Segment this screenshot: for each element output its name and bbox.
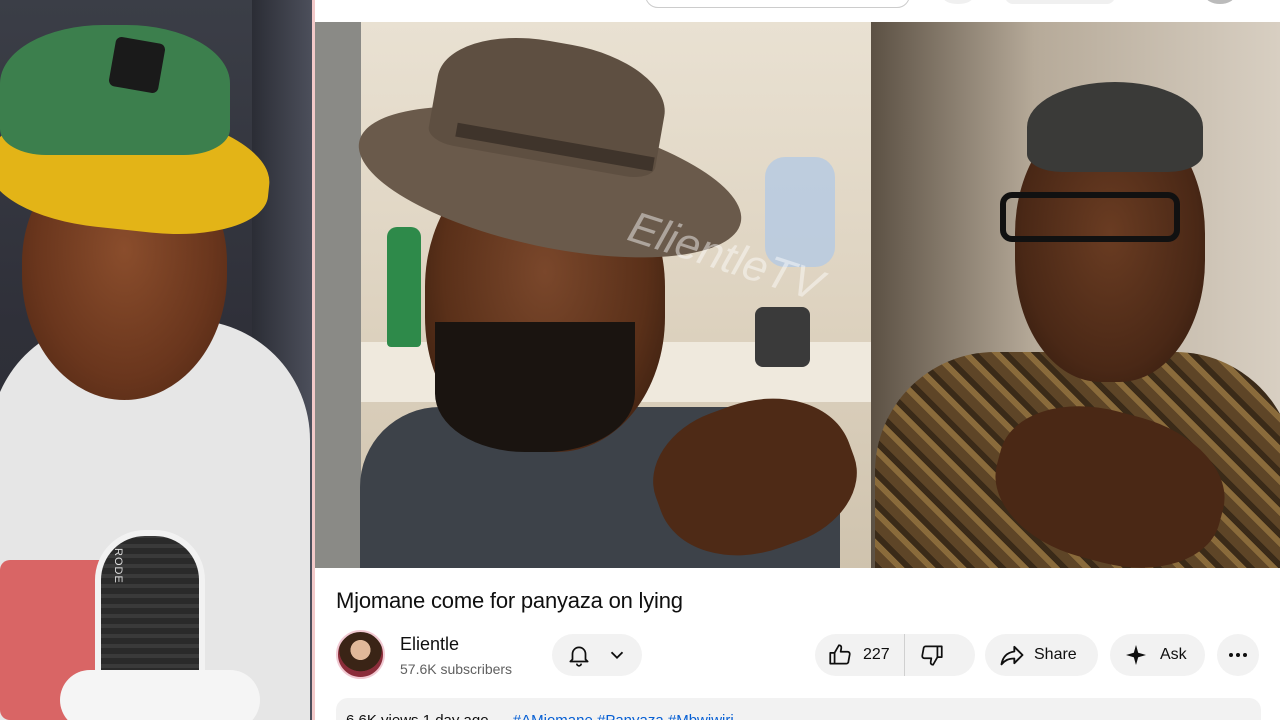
share-button[interactable]: Share xyxy=(985,634,1098,676)
more-horizontal-icon xyxy=(1226,643,1250,667)
create-button[interactable] xyxy=(1005,0,1115,4)
ask-label: Ask xyxy=(1160,646,1187,663)
video-player[interactable]: ElientleTV xyxy=(315,22,1280,568)
share-arrow-icon xyxy=(998,641,1026,669)
webcam-feed: RODE xyxy=(0,0,312,720)
description-box[interactable]: 6.6K views 1 day ago #AMjomane #Panyaza … xyxy=(336,698,1261,720)
hashtags[interactable]: #AMjomane #Panyaza #Mbwiwiri xyxy=(513,712,734,720)
mic-base xyxy=(60,670,260,720)
like-count: 227 xyxy=(863,646,890,663)
description-text: 6.6K views 1 day ago #AMjomane #Panyaza … xyxy=(346,712,734,720)
man-with-glasses-hair xyxy=(1027,82,1203,172)
video-title: Mjomane come for panyaza on lying xyxy=(336,588,683,613)
view-count-date: 6.6K views 1 day ago xyxy=(346,712,489,720)
account-avatar[interactable] xyxy=(1205,0,1235,4)
video-left-edge xyxy=(315,22,361,568)
more-actions-button[interactable] xyxy=(1217,634,1259,676)
dislike-button[interactable] xyxy=(905,634,959,676)
thumbs-down-icon xyxy=(919,642,945,668)
green-bottle xyxy=(387,227,421,347)
subscription-notification-button[interactable] xyxy=(552,634,642,676)
chevron-down-icon xyxy=(606,644,628,666)
share-label: Share xyxy=(1034,646,1077,663)
kettle xyxy=(755,307,810,367)
glasses xyxy=(1000,192,1180,242)
voice-search-icon[interactable] xyxy=(943,0,973,4)
bell-icon xyxy=(566,642,592,668)
hat-badge xyxy=(108,36,166,94)
masthead xyxy=(315,0,1280,22)
thumbs-up-icon xyxy=(827,642,853,668)
subscriber-count: 57.6K subscribers xyxy=(400,661,513,677)
search-box[interactable] xyxy=(645,0,910,8)
channel-avatar[interactable] xyxy=(336,630,385,679)
channel-name[interactable]: Elientle xyxy=(400,634,459,655)
youtube-watch-page: ElientleTV Mjomane come for panyaza on l… xyxy=(315,0,1280,720)
ask-button[interactable]: Ask xyxy=(1110,634,1205,676)
sparkle-icon xyxy=(1124,643,1148,667)
like-dislike-group: 227 xyxy=(815,634,975,676)
like-button[interactable]: 227 xyxy=(815,634,905,676)
man-in-hat-beard xyxy=(435,322,635,452)
mic-brand-label: RODE xyxy=(112,548,124,584)
